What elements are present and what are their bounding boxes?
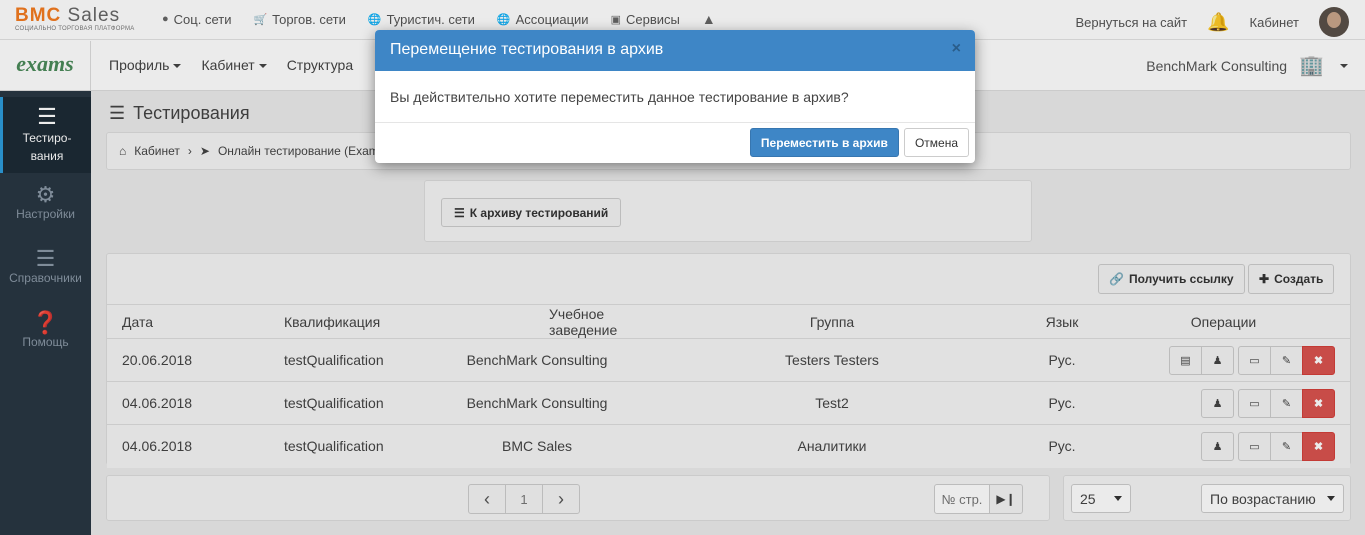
close-icon[interactable]: ×	[952, 40, 961, 58]
archive-confirm-dialog: Перемещение тестирования в архив × Вы де…	[375, 30, 975, 163]
cancel-button[interactable]: Отмена	[903, 128, 969, 157]
dialog-message: Вы действительно хотите переместить данн…	[375, 71, 975, 123]
dialog-footer: Переместить в архив Отмена	[749, 128, 969, 157]
dialog-header: Перемещение тестирования в архив ×	[375, 30, 975, 71]
confirm-archive-button[interactable]: Переместить в архив	[749, 128, 899, 157]
dialog-title: Перемещение тестирования в архив	[390, 41, 664, 58]
